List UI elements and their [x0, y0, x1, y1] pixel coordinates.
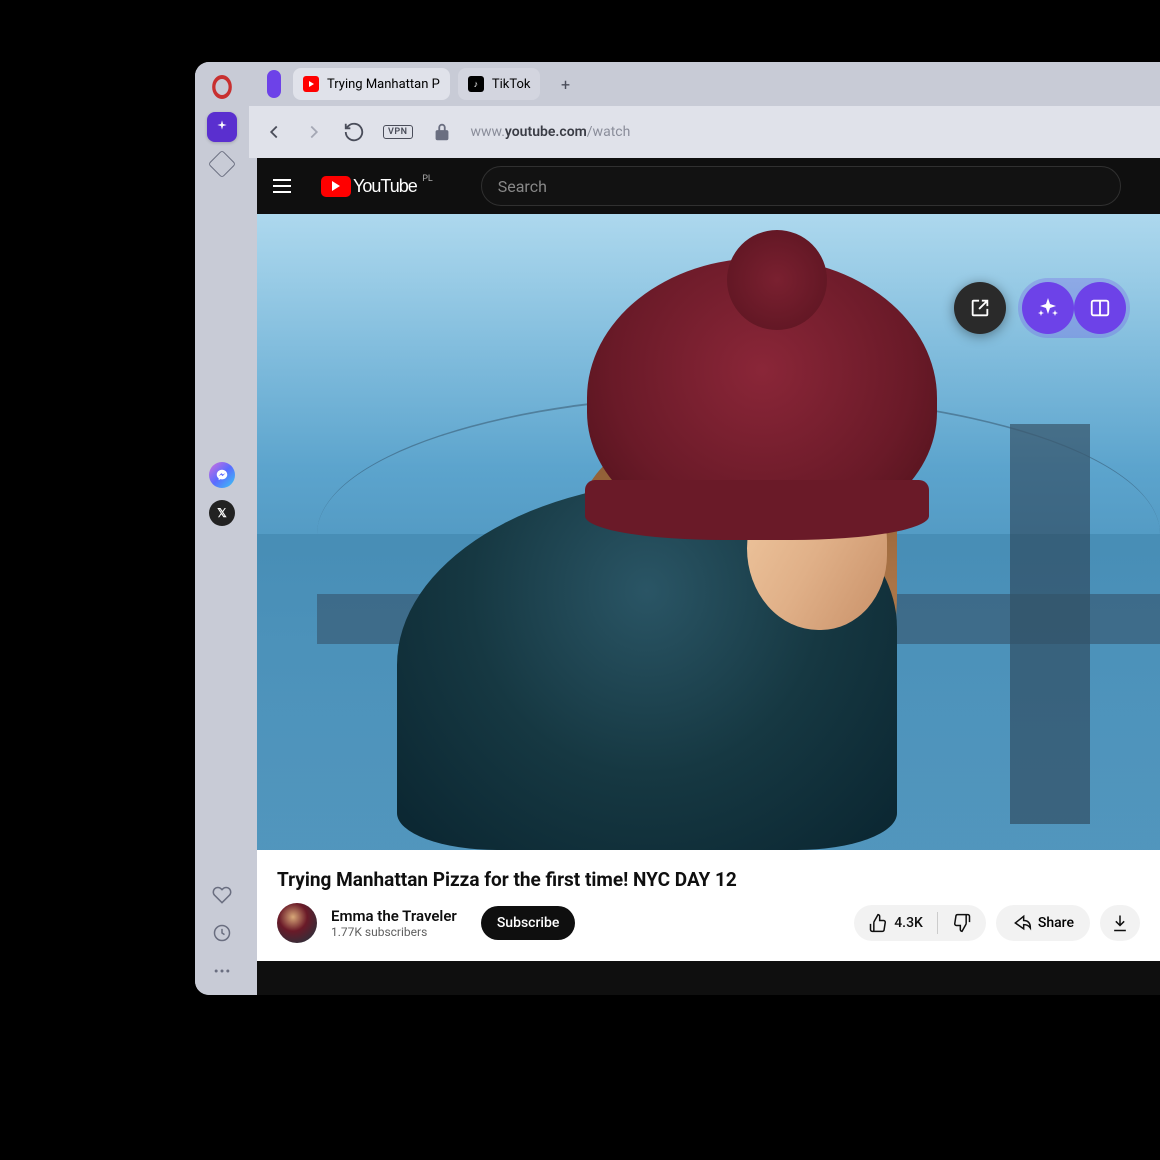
thumbs-down-icon [952, 913, 972, 933]
aria-sparkle-button[interactable] [1022, 282, 1074, 334]
hamburger-icon[interactable] [273, 174, 297, 198]
share-label: Share [1038, 915, 1074, 931]
search-placeholder: Search [498, 177, 547, 196]
download-icon [1110, 913, 1130, 933]
youtube-play-icon [321, 176, 351, 197]
url-path: /watch [587, 124, 631, 140]
video-overlay-controls [954, 278, 1130, 338]
tab-strip: Trying Manhattan P ♪ TikTok + [249, 62, 1160, 106]
share-button[interactable]: Share [996, 905, 1090, 941]
new-tab-button[interactable]: + [554, 73, 576, 95]
tab-label: Trying Manhattan P [327, 77, 440, 92]
like-button[interactable]: 4.3K [854, 913, 937, 933]
heart-icon[interactable] [212, 885, 232, 905]
aria-button[interactable] [207, 112, 237, 142]
tab-label: TikTok [492, 77, 531, 92]
video-title: Trying Manhattan Pizza for the first tim… [277, 868, 1140, 891]
video-actions: 4.3K Share [854, 905, 1140, 941]
youtube-logo-text: YouTube [353, 176, 417, 197]
sparkle-icon [1036, 296, 1060, 320]
video-person [377, 230, 957, 850]
back-button[interactable] [263, 121, 285, 143]
popout-button[interactable] [954, 282, 1006, 334]
channel-avatar[interactable] [277, 903, 317, 943]
download-button[interactable] [1100, 905, 1140, 941]
split-screen-button[interactable] [1074, 282, 1126, 334]
video-player[interactable] [257, 214, 1160, 850]
channel-info[interactable]: Emma the Traveler 1.77K subscribers [331, 907, 457, 939]
vpn-badge[interactable]: VPN [383, 125, 413, 139]
tiktok-favicon: ♪ [468, 76, 484, 92]
dislike-button[interactable] [938, 913, 986, 933]
device-base-shadow [80, 1010, 1080, 1050]
tab-tiktok[interactable]: ♪ TikTok [458, 68, 541, 100]
reload-button[interactable] [343, 121, 365, 143]
url-display[interactable]: www.youtube.com/watch [471, 124, 631, 140]
workspace-indicator[interactable] [267, 70, 281, 98]
video-meta-row: Emma the Traveler 1.77K subscribers Subs… [277, 903, 1140, 943]
popout-icon [969, 297, 991, 319]
share-icon [1012, 913, 1032, 933]
address-bar-row: VPN www.youtube.com/watch [249, 106, 1160, 158]
channel-name: Emma the Traveler [331, 907, 457, 925]
split-icon [1089, 297, 1111, 319]
pinboards-icon[interactable] [208, 150, 236, 178]
like-dislike-group: 4.3K [854, 905, 986, 941]
more-icon[interactable] [212, 961, 232, 981]
opera-sidebar: 𝕏 [195, 62, 249, 995]
history-icon[interactable] [212, 923, 232, 943]
forward-button [303, 121, 325, 143]
page-content: YouTube PL Search [257, 158, 1160, 995]
search-container: Search [481, 166, 1121, 206]
messenger-icon[interactable] [209, 462, 235, 488]
search-input[interactable]: Search [481, 166, 1121, 206]
url-prefix: www. [471, 124, 505, 140]
youtube-header: YouTube PL Search [257, 158, 1160, 214]
lock-icon [431, 121, 453, 143]
sparkle-icon [214, 119, 230, 135]
thumbs-up-icon [868, 913, 888, 933]
like-count: 4.3K [894, 915, 923, 931]
x-twitter-icon[interactable]: 𝕏 [209, 500, 235, 526]
video-metadata: Trying Manhattan Pizza for the first tim… [257, 850, 1160, 961]
youtube-region: PL [422, 174, 433, 184]
youtube-favicon [303, 76, 319, 92]
tab-youtube[interactable]: Trying Manhattan P [293, 68, 450, 100]
youtube-logo[interactable]: YouTube PL [321, 176, 417, 197]
opera-logo[interactable] [209, 74, 235, 100]
browser-window: 𝕏 Trying Manhattan P ♪ TikTok + VPN www.… [195, 62, 1160, 995]
subscribe-button[interactable]: Subscribe [481, 906, 576, 940]
url-domain: youtube.com [505, 124, 587, 140]
subscriber-count: 1.77K subscribers [331, 925, 457, 939]
